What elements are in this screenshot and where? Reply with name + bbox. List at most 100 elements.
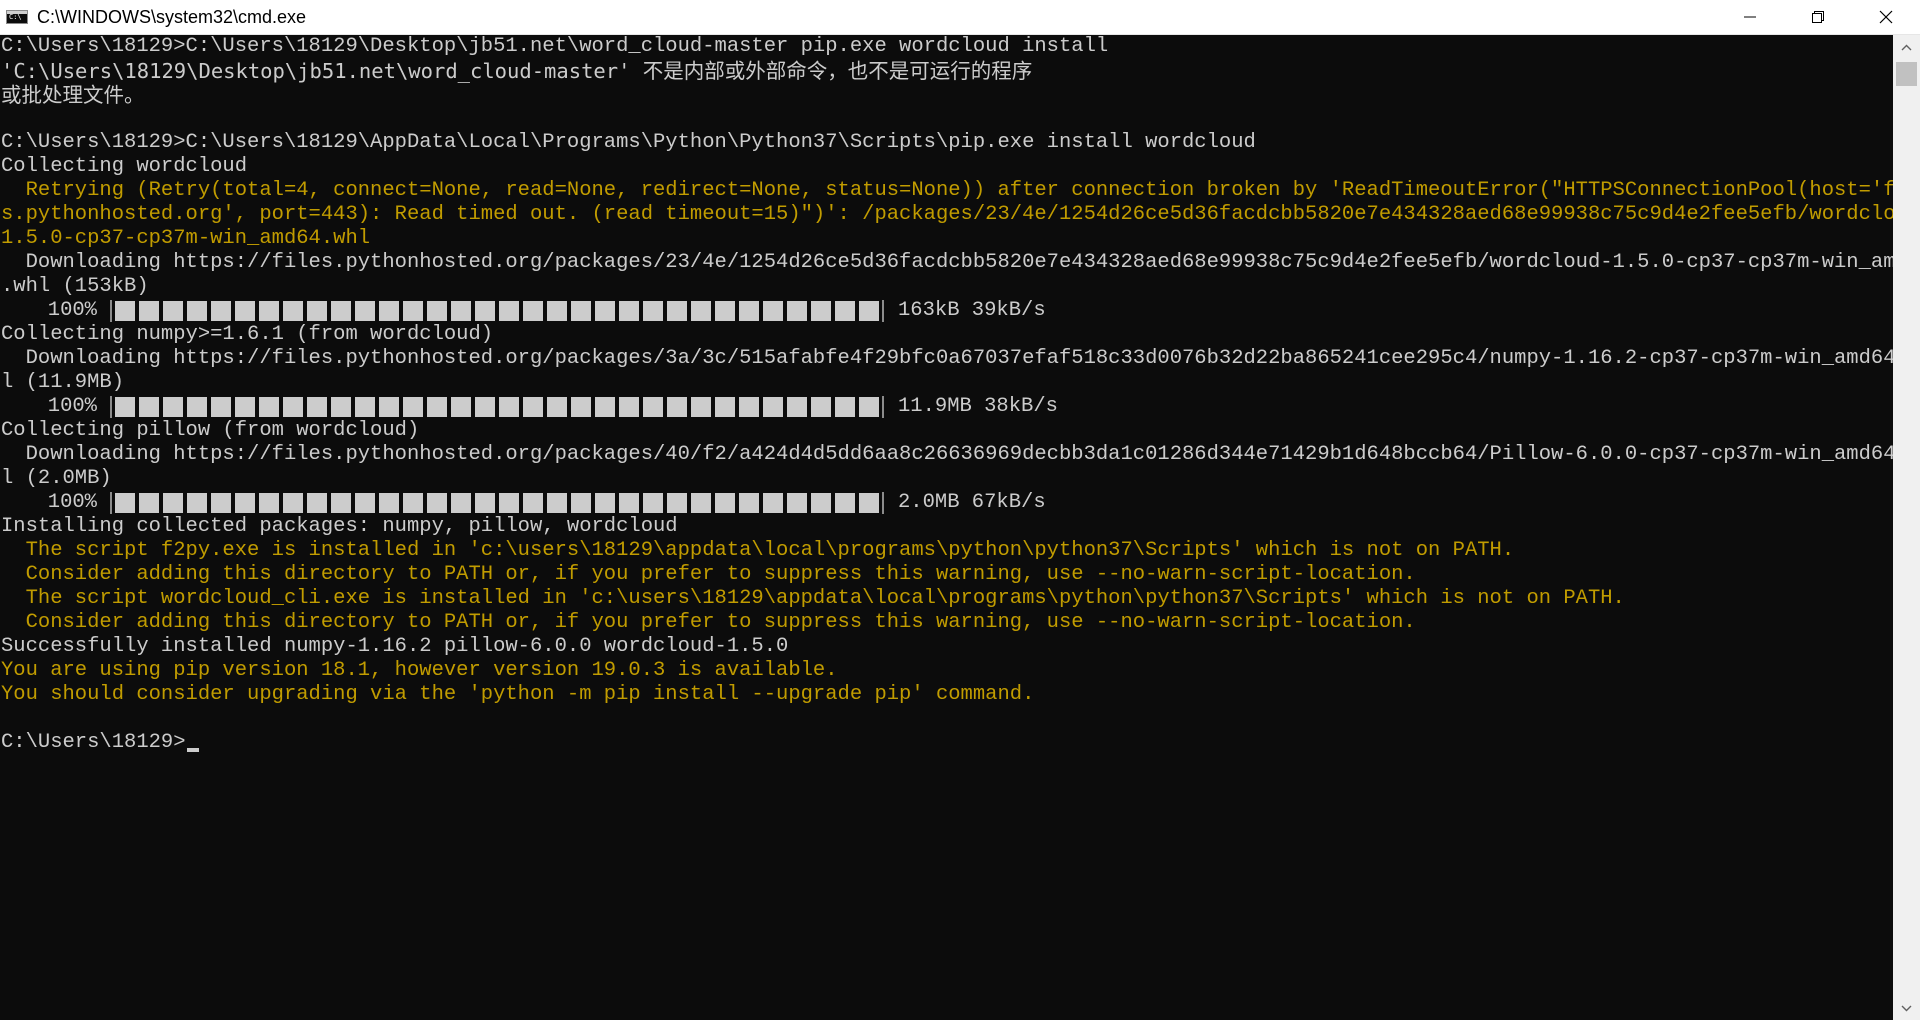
progress-cell <box>475 397 495 417</box>
cmd-window: C:\WINDOWS\system32\cmd.exe <box>0 0 1920 1020</box>
title-bar[interactable]: C:\WINDOWS\system32\cmd.exe <box>0 0 1920 35</box>
close-button[interactable] <box>1852 0 1920 34</box>
progress-cell <box>187 493 207 513</box>
minimize-button[interactable] <box>1716 0 1784 34</box>
progress-cell <box>571 493 591 513</box>
progress-cell <box>547 493 567 513</box>
console-line: Installing collected packages: numpy, pi… <box>1 515 678 538</box>
progress-cell <box>547 397 567 417</box>
progress-cell <box>523 301 543 321</box>
progress-cell <box>331 493 351 513</box>
download-progress-row: 100% 2.0MB 67kB/s <box>1 491 1893 515</box>
prompt-line[interactable]: C:\Users\18129> <box>1 731 1893 755</box>
command-prompt: C:\Users\18129> <box>1 731 186 754</box>
progress-cell <box>571 301 591 321</box>
progress-cell <box>187 397 207 417</box>
progress-cell <box>691 397 711 417</box>
progress-cell <box>763 397 783 417</box>
progress-cell <box>211 301 231 321</box>
restore-icon <box>1812 11 1824 23</box>
console-output[interactable]: C:\Users\18129>C:\Users\18129\Desktop\jb… <box>0 35 1893 1020</box>
progress-cell <box>427 493 447 513</box>
console-line: l (2.0MB) <box>1 467 112 490</box>
console-line: C:\Users\18129>C:\Users\18129\AppData\Lo… <box>1 131 1256 154</box>
progress-cell <box>379 493 399 513</box>
progress-cell <box>451 301 471 321</box>
warning-line: You should consider upgrading via the 'p… <box>1 683 1035 706</box>
progress-cell <box>235 301 255 321</box>
progress-cell <box>283 493 303 513</box>
progress-cell <box>667 493 687 513</box>
progress-cell <box>811 301 831 321</box>
progress-cell <box>643 301 663 321</box>
progress-cell <box>619 397 639 417</box>
progress-cell <box>187 301 207 321</box>
progress-cell <box>163 397 183 417</box>
progress-cell <box>139 493 159 513</box>
scroll-down-arrow-icon <box>1901 1005 1912 1011</box>
progress-cell <box>571 397 591 417</box>
progress-cell <box>859 493 879 513</box>
warning-line: Consider adding this directory to PATH o… <box>1 611 1416 634</box>
progress-cell <box>667 301 687 321</box>
progress-cell <box>643 397 663 417</box>
scrollbar-thumb[interactable] <box>1896 62 1917 86</box>
progress-cell <box>163 493 183 513</box>
progress-cell <box>259 397 279 417</box>
progress-cell <box>283 301 303 321</box>
console-line: Collecting wordcloud <box>1 155 248 178</box>
progress-stats: 11.9MB 38kB/s <box>898 395 1058 418</box>
progress-cell <box>499 301 519 321</box>
progress-cell <box>595 301 615 321</box>
progress-bar <box>110 396 884 418</box>
warning-line: 1.5.0-cp37-cp37m-win_amd64.whl <box>1 227 371 250</box>
progress-cell <box>643 493 663 513</box>
progress-cell <box>379 301 399 321</box>
progress-cell <box>739 301 759 321</box>
progress-cell <box>835 397 855 417</box>
progress-cell <box>859 301 879 321</box>
progress-cell <box>331 301 351 321</box>
text-cursor <box>186 748 199 752</box>
progress-percent: 100% <box>47 395 97 418</box>
progress-fill <box>112 301 882 321</box>
console-line: C:\Users\18129>C:\Users\18129\Desktop\jb… <box>1 35 1109 58</box>
progress-cell <box>307 493 327 513</box>
progress-cell <box>499 493 519 513</box>
progress-cell <box>403 301 423 321</box>
console-line: Collecting pillow (from wordcloud) <box>1 419 420 442</box>
progress-cell <box>547 301 567 321</box>
progress-cell <box>283 397 303 417</box>
window-title: C:\WINDOWS\system32\cmd.exe <box>37 6 307 27</box>
scroll-down-button[interactable] <box>1893 996 1920 1020</box>
progress-cell <box>139 301 159 321</box>
minimize-icon <box>1744 16 1756 18</box>
progress-cell <box>787 397 807 417</box>
progress-fill <box>112 493 882 513</box>
scroll-up-button[interactable] <box>1893 35 1920 59</box>
progress-cell <box>619 301 639 321</box>
progress-cell <box>115 493 135 513</box>
progress-cell <box>523 493 543 513</box>
progress-cell <box>691 301 711 321</box>
console-line: 或批处理文件。 <box>1 83 145 107</box>
warning-line: Consider adding this directory to PATH o… <box>1 563 1416 586</box>
progress-cell <box>115 397 135 417</box>
warning-line: You are using pip version 18.1, however … <box>1 659 838 682</box>
progress-cell <box>427 397 447 417</box>
progress-cell <box>499 397 519 417</box>
download-progress-row: 100% 11.9MB 38kB/s <box>1 395 1893 419</box>
progress-bar <box>110 300 884 322</box>
progress-cell <box>163 301 183 321</box>
progress-cell <box>619 493 639 513</box>
vertical-scrollbar[interactable] <box>1893 35 1920 1020</box>
progress-percent: 100% <box>47 299 97 322</box>
progress-cell <box>763 493 783 513</box>
console-line: Downloading https://files.pythonhosted.o… <box>1 443 1893 466</box>
progress-fill <box>112 397 882 417</box>
restore-button[interactable] <box>1784 0 1852 34</box>
warning-line: s.pythonhosted.org', port=443): Read tim… <box>1 203 1893 226</box>
download-progress-row: 100% 163kB 39kB/s <box>1 299 1893 323</box>
console-line: Downloading https://files.pythonhosted.o… <box>1 347 1893 370</box>
